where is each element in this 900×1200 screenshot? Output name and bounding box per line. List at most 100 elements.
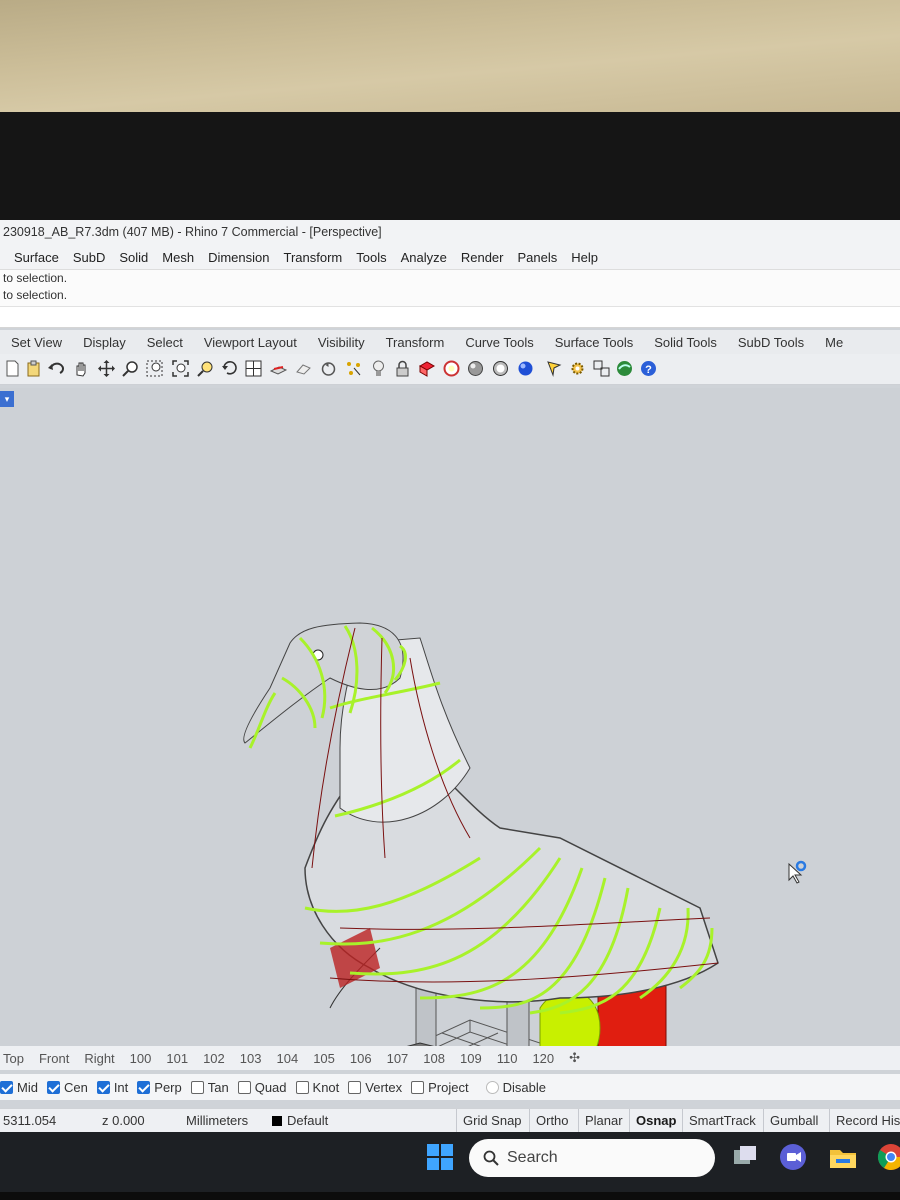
tab-set-view[interactable]: Set View bbox=[11, 335, 62, 350]
osnap-tan[interactable]: Tan bbox=[190, 1080, 229, 1095]
cplane-icon[interactable] bbox=[270, 360, 287, 377]
zoom-extents-icon[interactable] bbox=[172, 360, 189, 377]
tab-display[interactable]: Display bbox=[83, 335, 126, 350]
smarttrack-toggle[interactable]: SmartTrack bbox=[682, 1109, 762, 1132]
chrome-icon[interactable] bbox=[876, 1142, 900, 1172]
menu-solid[interactable]: Solid bbox=[119, 250, 148, 265]
grid-snap-toggle[interactable]: Grid Snap bbox=[456, 1109, 528, 1132]
menu-transform[interactable]: Transform bbox=[283, 250, 342, 265]
properties-icon[interactable] bbox=[418, 360, 435, 377]
tab-select[interactable]: Select bbox=[147, 335, 183, 350]
curve-tools-icon[interactable] bbox=[546, 360, 563, 377]
record-history-toggle[interactable]: Record His bbox=[829, 1109, 900, 1132]
tab-top[interactable]: Top bbox=[3, 1051, 24, 1066]
osnap-mid[interactable]: Mid bbox=[0, 1080, 38, 1095]
tab-105[interactable]: 105 bbox=[313, 1051, 335, 1066]
checkbox[interactable] bbox=[237, 1080, 251, 1094]
tab-transform[interactable]: Transform bbox=[386, 335, 445, 350]
taskbar-search[interactable]: Search bbox=[469, 1139, 715, 1177]
move-view-icon[interactable] bbox=[98, 360, 115, 377]
pan-hand-icon[interactable] bbox=[72, 360, 89, 377]
group-icon[interactable] bbox=[593, 360, 610, 377]
settings-icon[interactable] bbox=[569, 360, 586, 377]
rendered-icon[interactable] bbox=[492, 360, 509, 377]
menu-help[interactable]: Help bbox=[571, 250, 598, 265]
rotate-view-icon[interactable] bbox=[221, 360, 238, 377]
planar-toggle[interactable]: Planar bbox=[578, 1109, 629, 1132]
tab-103[interactable]: 103 bbox=[240, 1051, 262, 1066]
tab-109[interactable]: 109 bbox=[460, 1051, 482, 1066]
checkbox[interactable] bbox=[485, 1080, 499, 1094]
sphere-icon[interactable] bbox=[517, 360, 534, 377]
checkbox[interactable] bbox=[411, 1080, 425, 1094]
menu-dimension[interactable]: Dimension bbox=[208, 250, 269, 265]
render-icon[interactable] bbox=[616, 360, 633, 377]
zoom-selected-icon[interactable] bbox=[197, 360, 214, 377]
checkbox[interactable] bbox=[46, 1080, 60, 1094]
tab-101[interactable]: 101 bbox=[166, 1051, 188, 1066]
light-icon[interactable] bbox=[370, 360, 387, 377]
osnap-cen[interactable]: Cen bbox=[46, 1080, 88, 1095]
checkbox[interactable] bbox=[348, 1080, 362, 1094]
checkbox[interactable] bbox=[0, 1080, 13, 1094]
osnap-quad[interactable]: Quad bbox=[237, 1080, 287, 1095]
lock-icon[interactable] bbox=[394, 360, 411, 377]
tab-viewport-layout[interactable]: Viewport Layout bbox=[204, 335, 297, 350]
osnap-knot[interactable]: Knot bbox=[295, 1080, 339, 1095]
menu-render[interactable]: Render bbox=[461, 250, 504, 265]
tab-curve-tools[interactable]: Curve Tools bbox=[465, 335, 533, 350]
teams-chat-icon[interactable] bbox=[778, 1142, 808, 1172]
add-viewport-icon[interactable]: ✣ bbox=[569, 1050, 580, 1066]
checkbox[interactable] bbox=[137, 1080, 151, 1094]
help-icon[interactable]: ? bbox=[640, 360, 657, 377]
paste-icon[interactable] bbox=[25, 360, 42, 377]
four-viewports-icon[interactable] bbox=[245, 360, 262, 377]
tab-surface-tools[interactable]: Surface Tools bbox=[555, 335, 634, 350]
units-display[interactable]: Millimeters bbox=[186, 1109, 248, 1132]
menu-subd[interactable]: SubD bbox=[73, 250, 106, 265]
command-prompt-input[interactable] bbox=[0, 306, 900, 328]
tab-106[interactable]: 106 bbox=[350, 1051, 372, 1066]
zoom-icon[interactable] bbox=[122, 360, 139, 377]
tab-subd-tools[interactable]: SubD Tools bbox=[738, 335, 804, 350]
file-explorer-icon[interactable] bbox=[828, 1142, 858, 1172]
tab-more[interactable]: Me bbox=[825, 335, 843, 350]
menu-mesh[interactable]: Mesh bbox=[162, 250, 194, 265]
perspective-viewport[interactable]: ▾ bbox=[0, 388, 900, 1048]
checkbox[interactable] bbox=[96, 1080, 110, 1094]
shaded-icon[interactable] bbox=[467, 360, 484, 377]
tab-100[interactable]: 100 bbox=[130, 1051, 152, 1066]
menu-panels[interactable]: Panels bbox=[517, 250, 557, 265]
osnap-project[interactable]: Project bbox=[411, 1080, 469, 1095]
wireframe-icon[interactable] bbox=[443, 360, 460, 377]
ortho-toggle[interactable]: Ortho bbox=[529, 1109, 575, 1132]
gumball-toggle[interactable]: Gumball bbox=[763, 1109, 824, 1132]
tab-107[interactable]: 107 bbox=[387, 1051, 409, 1066]
undo-view-icon[interactable] bbox=[320, 360, 337, 377]
tab-visibility[interactable]: Visibility bbox=[318, 335, 365, 350]
tab-front[interactable]: Front bbox=[39, 1051, 69, 1066]
osnap-toggle[interactable]: Osnap bbox=[629, 1109, 682, 1132]
tab-solid-tools[interactable]: Solid Tools bbox=[654, 335, 717, 350]
menu-analyze[interactable]: Analyze bbox=[401, 250, 447, 265]
layer-selector[interactable]: Default bbox=[272, 1109, 328, 1132]
windows-start-icon[interactable] bbox=[425, 1142, 455, 1172]
tab-104[interactable]: 104 bbox=[276, 1051, 298, 1066]
osnap-disable[interactable]: Disable bbox=[485, 1080, 546, 1095]
osnap-vertex[interactable]: Vertex bbox=[348, 1080, 402, 1095]
undo-icon[interactable] bbox=[47, 360, 64, 377]
checkbox[interactable] bbox=[295, 1080, 309, 1094]
menu-tools[interactable]: Tools bbox=[356, 250, 386, 265]
osnap-perp[interactable]: Perp bbox=[137, 1080, 182, 1095]
tab-102[interactable]: 102 bbox=[203, 1051, 225, 1066]
osnap-int[interactable]: Int bbox=[96, 1080, 128, 1095]
tab-120[interactable]: 120 bbox=[532, 1051, 554, 1066]
menu-surface[interactable]: Surface bbox=[14, 250, 59, 265]
tab-110[interactable]: 110 bbox=[497, 1051, 518, 1066]
checkbox[interactable] bbox=[190, 1080, 204, 1094]
task-view-icon[interactable] bbox=[730, 1142, 760, 1172]
named-view-icon[interactable] bbox=[295, 360, 312, 377]
tab-right[interactable]: Right bbox=[84, 1051, 114, 1066]
select-points-icon[interactable] bbox=[345, 360, 362, 377]
new-icon[interactable] bbox=[4, 360, 21, 377]
